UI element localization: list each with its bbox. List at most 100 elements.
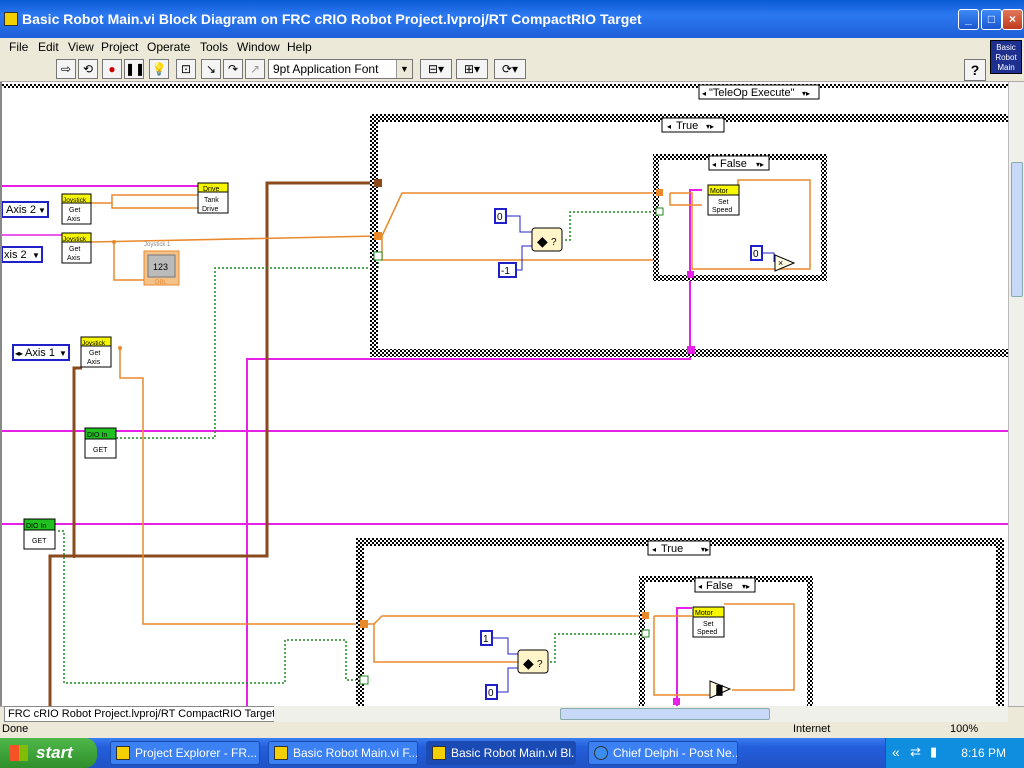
align-objects-icon[interactable]: ⊟▾ <box>420 59 452 79</box>
context-path[interactable]: FRC cRIO Robot Project.lvproj/RT Compact… <box>4 706 276 722</box>
svg-text:Set: Set <box>703 621 714 628</box>
retain-wire-values-icon[interactable]: ⊡ <box>176 59 196 79</box>
status-done: Done <box>2 723 29 735</box>
menu-window[interactable]: Window <box>237 40 280 54</box>
run-continuously-icon[interactable]: ⟲ <box>78 59 98 79</box>
network-icon[interactable]: ⇄ <box>910 744 921 760</box>
distribute-objects-icon[interactable]: ⊞▾ <box>456 59 488 79</box>
svg-text:Joystick 1: Joystick 1 <box>144 242 171 248</box>
start-button[interactable]: start <box>0 738 97 768</box>
lower-inner-case-selector[interactable]: ◂ False ▾▸ <box>694 577 756 593</box>
highlight-execution-icon[interactable]: 💡 <box>149 59 169 79</box>
horizontal-scroll-thumb[interactable] <box>560 708 770 720</box>
lower-case-selector[interactable]: ◂ True ▾▸ <box>647 540 711 556</box>
labview-icon <box>274 746 288 760</box>
horizontal-scrollbar[interactable] <box>274 706 1008 722</box>
menu-project[interactable]: Project <box>101 40 138 54</box>
axis-2-constant-b[interactable]: xis 2 ▼ <box>2 246 43 263</box>
task-front-panel[interactable]: Basic Robot Main.vi F... <box>268 741 418 765</box>
show-hidden-icons-icon[interactable]: « <box>892 744 900 760</box>
clock: 8:16 PM <box>961 746 1006 760</box>
lower-triangle-node[interactable]: ▐▌ <box>709 680 732 699</box>
svg-text:Axis 2: Axis 2 <box>6 204 36 216</box>
svg-text:123: 123 <box>153 262 168 272</box>
select-node-upper[interactable]: ◆ ? <box>531 227 563 252</box>
joystick-get-axis-1[interactable]: Joystick Get Axis <box>61 193 92 225</box>
step-out-icon[interactable]: ↗ <box>245 59 265 79</box>
dio-in-block-2[interactable]: DIO In GET <box>23 518 56 550</box>
motor-set-speed-upper[interactable]: Motor Set Speed <box>707 184 740 216</box>
menu-file[interactable]: File <box>9 40 28 54</box>
svg-text:DIO In: DIO In <box>26 523 46 530</box>
svg-text:▾▸: ▾▸ <box>742 582 750 591</box>
menu-help[interactable]: Help <box>287 40 312 54</box>
vertical-scrollbar[interactable] <box>1008 82 1024 706</box>
svg-text:GET: GET <box>32 538 47 545</box>
maximize-button[interactable]: □ <box>981 9 1002 30</box>
menu-tools[interactable]: Tools <box>200 40 228 54</box>
run-arrow-icon[interactable]: ⇨ <box>56 59 76 79</box>
minimize-button[interactable]: _ <box>958 9 979 30</box>
numeric-constant-neg1[interactable]: -1 <box>498 262 517 278</box>
numeric-constant-0-inner[interactable]: 0 <box>750 245 763 261</box>
numeric-wires <box>492 215 775 693</box>
task-project-explorer[interactable]: Project Explorer - FR... <box>110 741 260 765</box>
svg-text:Speed: Speed <box>712 207 732 214</box>
numeric-constant-0-upper[interactable]: 0 <box>494 208 507 224</box>
help-button[interactable]: ? <box>964 59 986 81</box>
dio-in-block-1[interactable]: DIO In GET <box>84 427 117 459</box>
teleop-case-selector[interactable]: ◂ "TeleOp Execute" ▾▸ <box>698 84 820 100</box>
pause-icon[interactable]: ❚❚ <box>124 59 145 79</box>
upper-inner-case-selector[interactable]: ◂ False ▾▸ <box>708 155 770 171</box>
signal-strength-icon[interactable]: ▮ <box>930 744 937 760</box>
menu-edit[interactable]: Edit <box>38 40 59 54</box>
svg-text:◂: ◂ <box>652 545 656 554</box>
upper-case-label: True <box>676 120 698 132</box>
tank-drive-block[interactable]: Drive Tank Drive <box>197 182 229 214</box>
joystick-1-indicator[interactable]: Joystick 1 123 DBL <box>143 242 180 286</box>
select-node-lower[interactable]: ◆ ? <box>517 649 549 674</box>
status-bar: Done Internet 100% <box>0 722 1024 738</box>
close-button[interactable]: × <box>1002 9 1023 30</box>
upper-inner-case-label: False <box>720 158 747 170</box>
svg-text:Set: Set <box>718 199 729 206</box>
outer-case-frame <box>2 84 1008 88</box>
svg-text:GET: GET <box>93 447 108 454</box>
step-into-icon[interactable]: ↘ <box>201 59 221 79</box>
task-block-diagram[interactable]: Basic Robot Main.vi Bl... <box>426 741 576 765</box>
teleop-case-label: "TeleOp Execute" <box>709 87 795 99</box>
joystick-get-axis-3[interactable]: Joystick Get Axis <box>80 336 112 368</box>
svg-text:DBL: DBL <box>155 280 167 286</box>
axis-2-constant-a[interactable]: Axis 2 ▼ <box>2 201 49 218</box>
menu-view[interactable]: View <box>68 40 94 54</box>
numeric-constant-0-lower[interactable]: 0 <box>485 684 498 700</box>
svg-text:Axis: Axis <box>67 216 81 223</box>
svg-text:?: ? <box>537 659 543 670</box>
vi-icon: Basic Robot Main <box>990 40 1022 74</box>
vertical-scroll-thumb[interactable] <box>1011 162 1023 297</box>
svg-text:▼: ▼ <box>59 349 67 358</box>
numeric-constant-1-lower[interactable]: 1 <box>480 630 493 646</box>
menu-operate[interactable]: Operate <box>147 40 190 54</box>
svg-text:Joystick: Joystick <box>63 197 87 204</box>
svg-text:Axis: Axis <box>87 359 101 366</box>
svg-text:xis 2: xis 2 <box>4 249 27 261</box>
svg-text:▼: ▼ <box>32 251 40 260</box>
abort-icon[interactable]: ● <box>102 59 122 79</box>
svg-text:DIO In: DIO In <box>87 432 107 439</box>
labview-app-icon <box>4 12 18 26</box>
svg-text:▾▸: ▾▸ <box>802 89 810 98</box>
task-chief-delphi[interactable]: Chief Delphi - Post Ne... <box>588 741 738 765</box>
step-over-icon[interactable]: ↷ <box>223 59 243 79</box>
motor-set-speed-lower[interactable]: Motor Set Speed <box>692 606 725 638</box>
svg-text:Drive: Drive <box>202 206 218 213</box>
font-selector[interactable]: 9pt Application Font ▼ <box>268 59 413 79</box>
reorder-icon[interactable]: ⟳▾ <box>494 59 526 79</box>
joystick-get-axis-2[interactable]: Joystick Get Axis <box>61 232 92 264</box>
taskbar: start Project Explorer - FR... Basic Rob… <box>0 738 1024 768</box>
block-diagram-canvas[interactable]: ◂ True ▾▸ ◂ False ▾▸ ◂ True ▾▸ ◂ False ▾… <box>0 82 1008 706</box>
toolbar: ⇨ ⟲ ● ❚❚ 💡 ⊡ ↘ ↷ ↗ ⊟▾ ⊞▾ ⟳▾ <box>0 56 1024 82</box>
upper-case-selector[interactable]: ◂ True ▾▸ <box>661 117 725 133</box>
axis-1-constant[interactable]: ◂▸ Axis 1 ▼ <box>12 344 70 361</box>
svg-text:1: 1 <box>483 634 489 645</box>
